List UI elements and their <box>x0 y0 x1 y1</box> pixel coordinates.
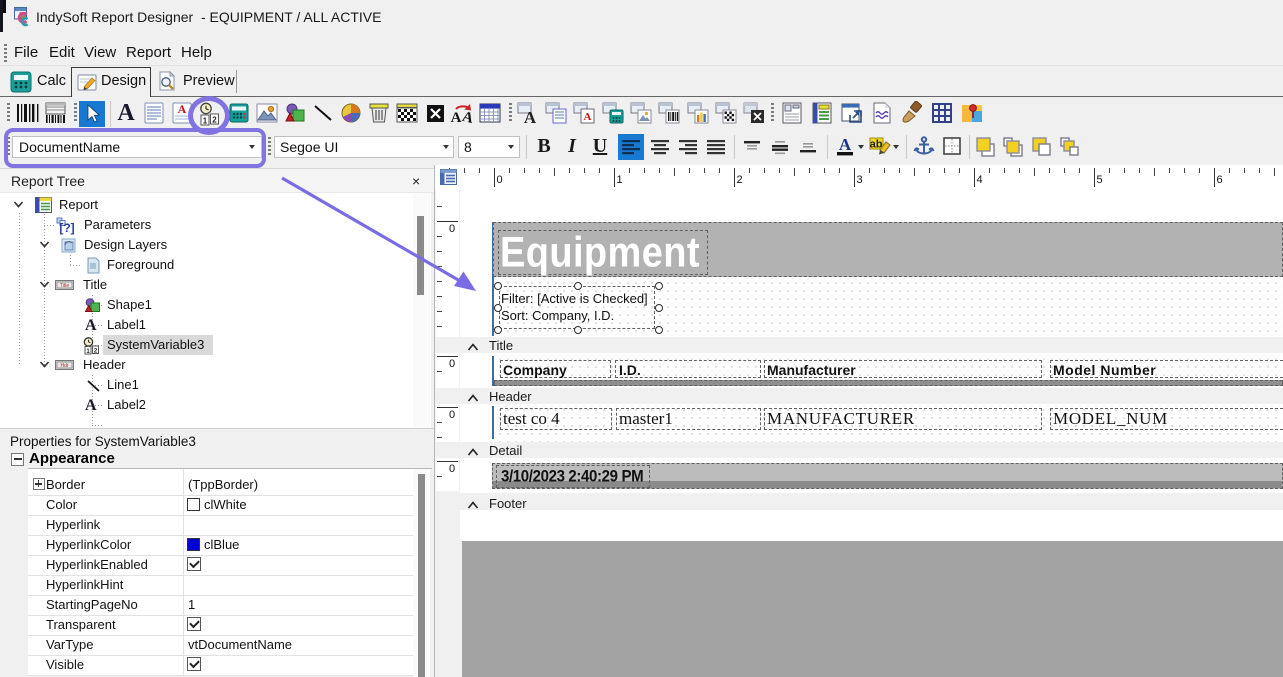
svg-text:A: A <box>524 108 537 125</box>
svg-text:Hdr: Hdr <box>60 363 68 369</box>
svg-text:A: A <box>839 135 852 154</box>
svg-text:A: A <box>584 111 592 123</box>
